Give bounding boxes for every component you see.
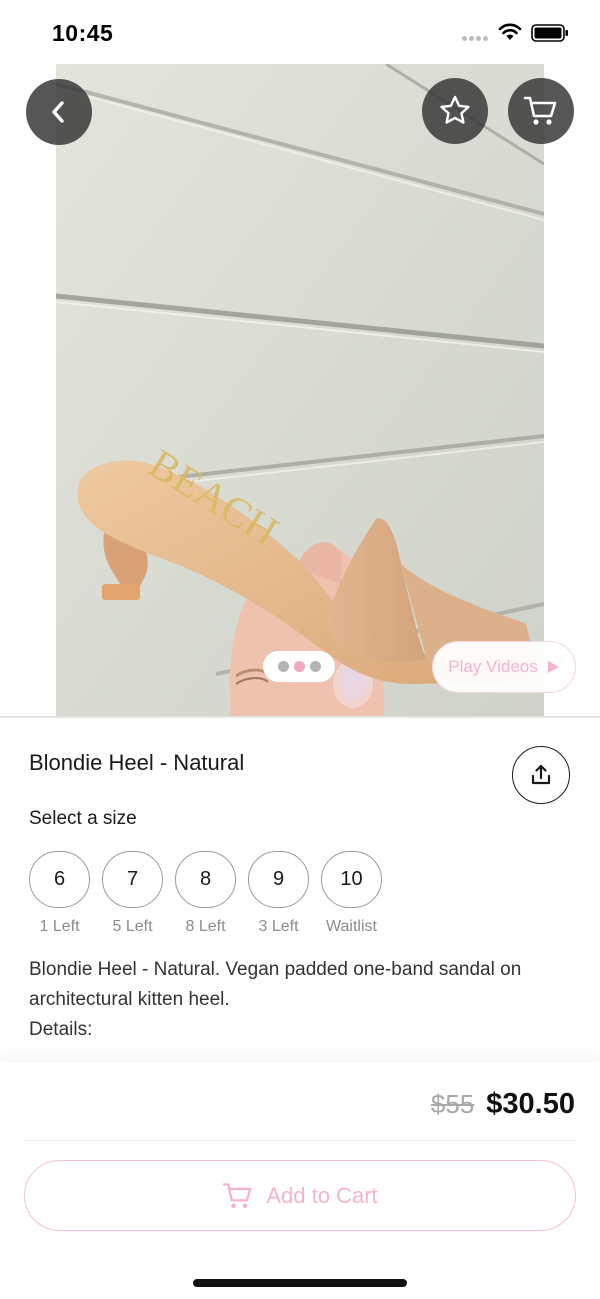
size-chip-9[interactable]: 9 [248,851,309,908]
size-stock-label: 3 Left [258,918,299,935]
share-button[interactable] [512,746,570,804]
status-bar: 10:45 [0,0,600,64]
divider [24,1140,576,1141]
back-button[interactable] [26,79,92,145]
home-indicator[interactable] [193,1279,407,1287]
size-heading: Select a size [29,808,137,829]
play-videos-label: Play Videos [448,657,538,676]
star-icon [440,95,470,124]
size-stock-label: 5 Left [112,918,153,935]
carousel-dot [277,661,289,672]
size-stock-label: 8 Left [185,918,226,935]
size-chip-8[interactable]: 8 [175,851,236,908]
price-row: $55 $30.50 [431,1088,575,1121]
size-stock-label: Waitlist [326,918,377,935]
favorite-button[interactable] [422,78,488,144]
cart-button[interactable] [508,78,574,144]
size-option: 10 Waitlist [321,851,382,936]
divider [0,716,600,718]
size-option: 6 1 Left [29,851,90,936]
original-price: $55 [430,1089,475,1119]
status-time: 10:45 [52,20,114,46]
size-chip-7[interactable]: 7 [102,851,163,908]
product-photo: BEACH [56,64,544,716]
product-image-carousel[interactable]: BEACH Play Videos [0,64,600,716]
signal-icon [462,36,488,41]
play-videos-button[interactable]: Play Videos [432,641,576,693]
add-to-cart-label: Add to Cart [266,1182,378,1208]
size-chip-10[interactable]: 10 [321,851,382,908]
carousel-dot-active [293,661,305,672]
details-label: Details: [29,1019,93,1040]
size-chip-6[interactable]: 6 [29,851,90,908]
size-option: 7 5 Left [102,851,163,936]
size-stock-label: 1 Left [39,918,80,935]
play-icon [547,661,559,673]
carousel-page-indicator[interactable] [263,651,335,682]
size-option: 8 8 Left [175,851,236,936]
sale-price: $30.50 [486,1088,575,1120]
product-title: Blondie Heel - Natural [29,750,245,775]
chevron-left-icon [52,101,64,123]
share-icon [531,764,551,785]
carousel-dot [309,661,321,672]
wifi-icon [498,23,522,40]
product-description: Blondie Heel - Natural. Vegan padded one… [29,959,522,1010]
size-option: 9 3 Left [248,851,309,936]
battery-icon [531,24,568,42]
cart-icon [523,96,557,125]
add-to-cart-button[interactable]: Add to Cart [24,1160,576,1231]
size-selector: 6 1 Left 7 5 Left 8 8 Left 9 3 Left 10 W… [29,851,382,936]
cart-icon [223,1182,252,1208]
